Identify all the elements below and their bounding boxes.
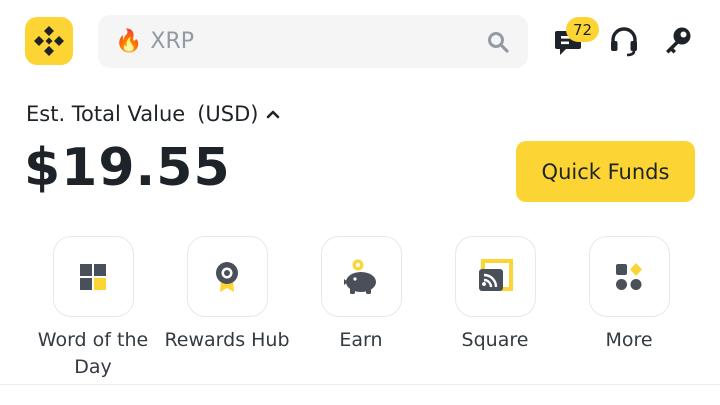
key-icon[interactable]: [661, 24, 695, 58]
shortcut-tile[interactable]: [320, 236, 402, 317]
messages-badge: 72: [566, 17, 599, 42]
shortcut-square[interactable]: Square: [428, 236, 562, 354]
shortcut-label: Rewards Hub: [164, 329, 290, 351]
shortcut-tile[interactable]: [454, 236, 536, 317]
section-divider: [0, 384, 720, 385]
grid-puzzle-icon: [80, 263, 106, 290]
chevron-up-icon[interactable]: [266, 107, 280, 121]
shortcut-earn[interactable]: Earn: [294, 236, 428, 354]
shortcut-tile[interactable]: [52, 236, 134, 317]
est-total-value-label: Est. Total Value: [26, 102, 186, 126]
shortcut-label: Earn: [339, 329, 383, 351]
medal-icon: [216, 261, 238, 292]
binance-logo[interactable]: [25, 17, 73, 65]
total-balance: $19.55: [24, 138, 231, 198]
currency-label: (USD): [197, 102, 259, 126]
search-query: XRP: [150, 29, 195, 54]
quick-funds-button[interactable]: Quick Funds: [516, 141, 695, 202]
shortcut-more[interactable]: More: [562, 236, 696, 354]
shortcut-word-of-the-day[interactable]: Word of the Day: [26, 236, 160, 381]
square-feed-icon: [479, 258, 513, 291]
est-total-value-row[interactable]: Est. Total Value (USD): [26, 102, 280, 126]
shortcut-label: More: [605, 329, 653, 351]
search-icon[interactable]: [486, 30, 510, 54]
fire-icon: 🔥: [115, 28, 143, 54]
shortcut-rewards-hub[interactable]: Rewards Hub: [160, 236, 294, 354]
headset-icon[interactable]: [607, 24, 641, 58]
shortcut-label: Word of the Day: [37, 329, 149, 378]
home-screen: 🔥 XRP 72 Est. Total Value (USD) $19.55 Q…: [0, 0, 720, 405]
shortcut-tile[interactable]: [186, 236, 268, 317]
search-bar[interactable]: 🔥 XRP: [98, 15, 528, 68]
piggy-bank-icon: [344, 259, 376, 294]
binance-logo-icon: [34, 26, 64, 56]
shortcut-label: Square: [461, 329, 529, 351]
more-apps-icon: [616, 262, 642, 290]
shortcut-tile[interactable]: [588, 236, 670, 317]
